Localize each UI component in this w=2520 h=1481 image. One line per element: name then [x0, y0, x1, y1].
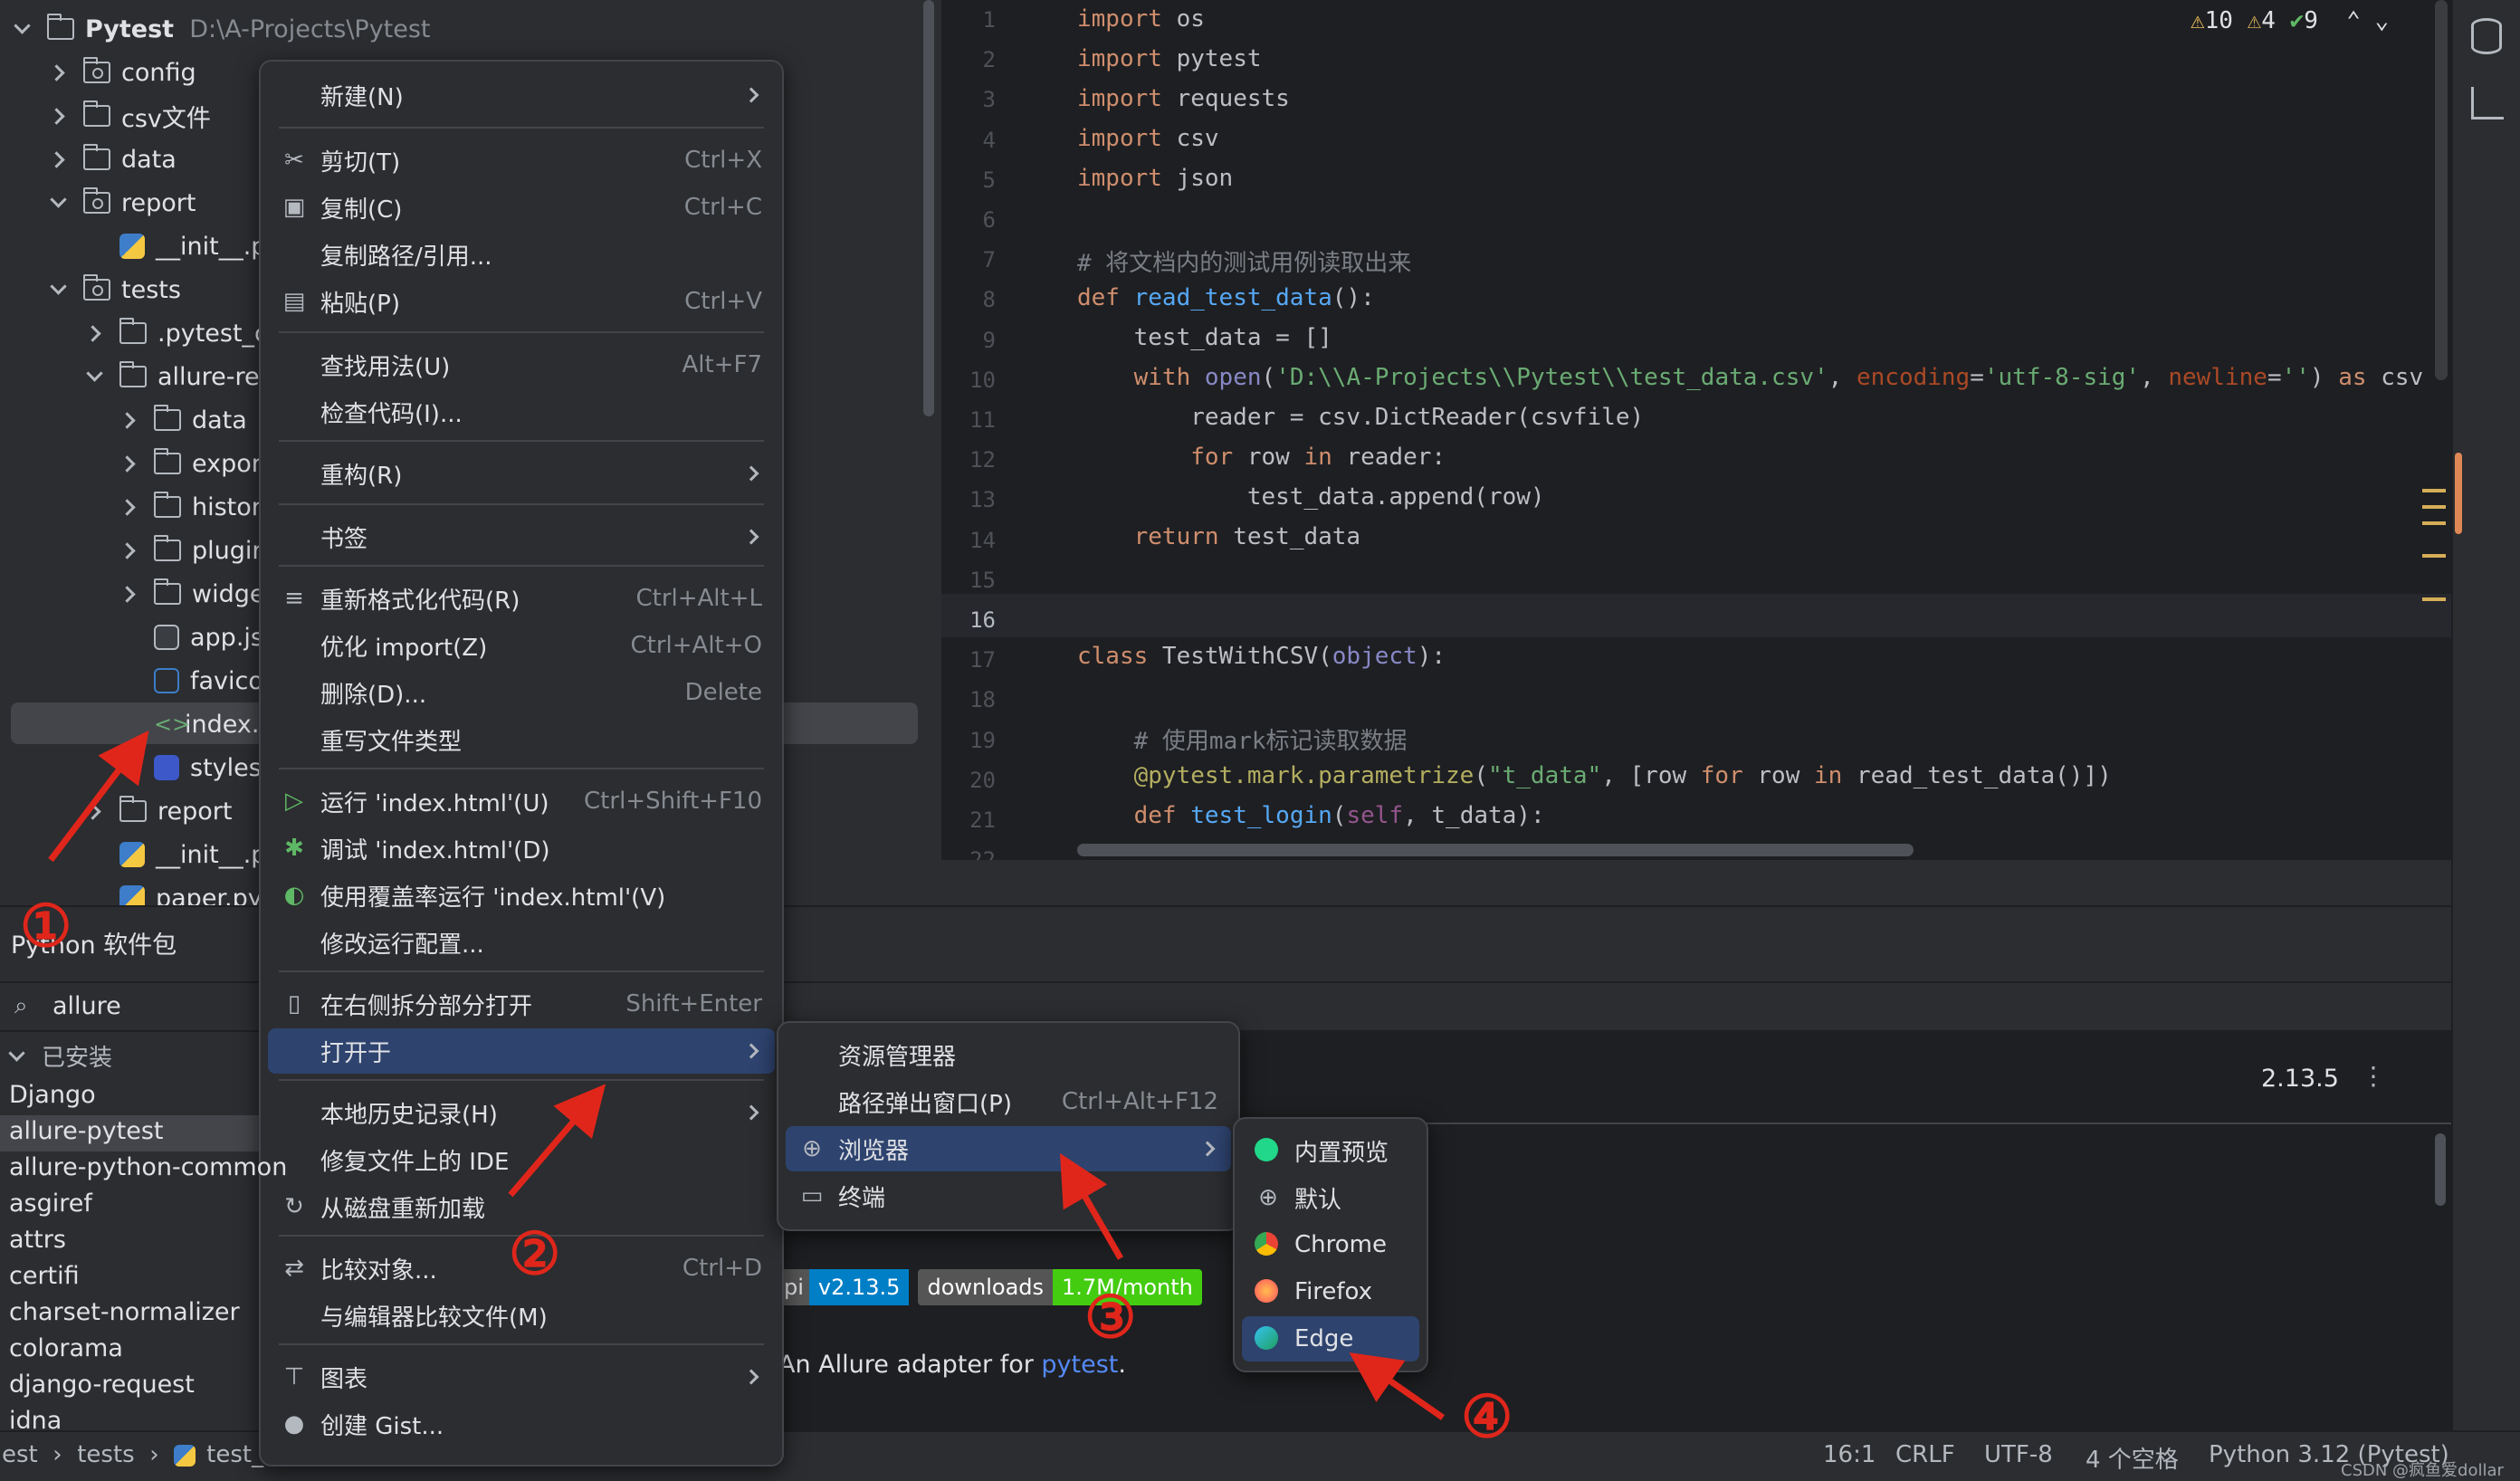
package-list-item[interactable]: idna — [9, 1407, 62, 1435]
package-list-item[interactable]: allure-pytest — [9, 1117, 164, 1145]
annotation-label-1: ① — [20, 893, 72, 960]
annotation-arrow-3 — [1060, 1152, 1124, 1260]
annotation-label-4: ④ — [1461, 1383, 1513, 1451]
package-list-item[interactable]: certifi — [9, 1262, 80, 1290]
annotation-arrow-1 — [48, 730, 149, 863]
annotation-overlay — [48, 730, 1445, 1420]
package-list-item[interactable]: colorama — [9, 1334, 123, 1362]
annotation-label-3: ③ — [1084, 1284, 1137, 1352]
annotation-label-2: ② — [509, 1220, 561, 1288]
package-list-item[interactable]: Django — [9, 1081, 96, 1109]
package-list-item[interactable]: attrs — [9, 1226, 66, 1254]
package-list-item[interactable]: charset-normalizer — [9, 1298, 240, 1326]
annotation-arrow-2 — [508, 1084, 606, 1198]
package-list-item[interactable]: asgiref — [9, 1190, 92, 1218]
package-list-item[interactable]: django-request — [9, 1371, 195, 1399]
package-list-item[interactable]: allure-python-common — [9, 1153, 287, 1181]
annotation-arrow-4 — [1349, 1352, 1445, 1420]
